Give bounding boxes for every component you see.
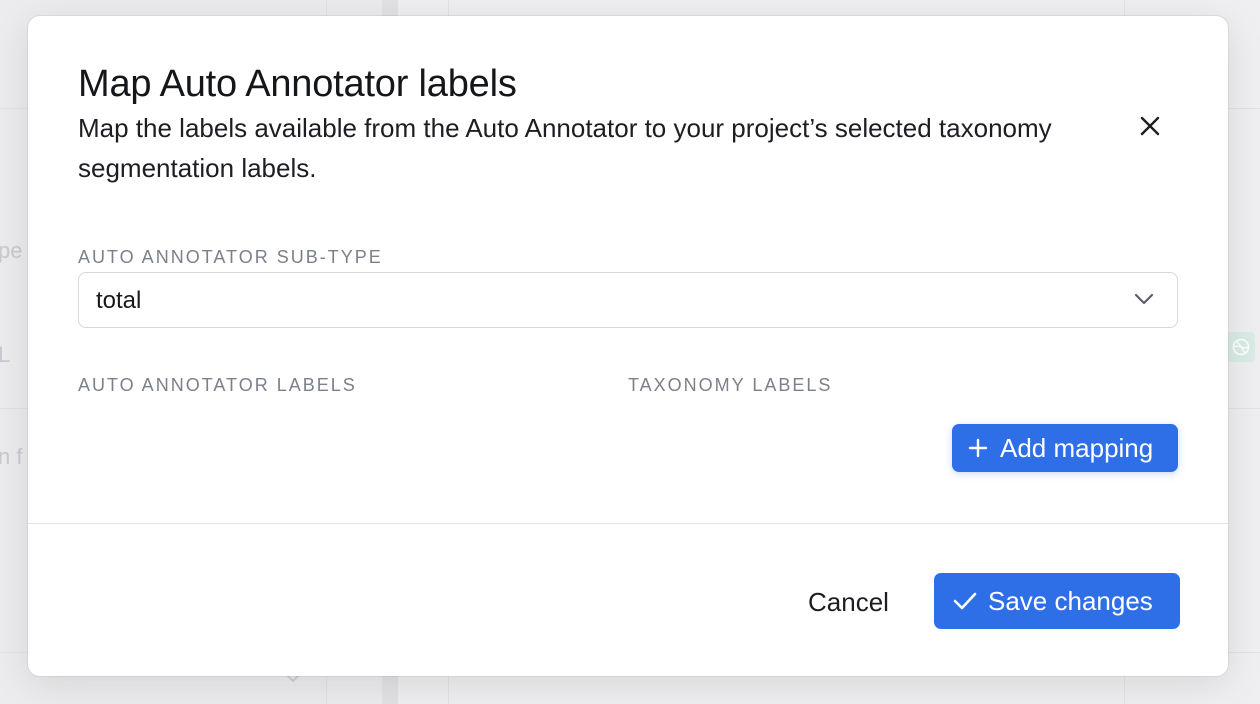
taxonomy-labels-header: TAXONOMY LABELS xyxy=(628,375,833,395)
background-chip xyxy=(1227,332,1255,362)
dialog-body: Map Auto Annotator labels Map the labels… xyxy=(28,16,1228,523)
subtype-label: AUTO ANNOTATOR SUB-TYPE xyxy=(78,247,383,267)
dialog-description: Map the labels available from the Auto A… xyxy=(78,113,1052,183)
close-icon xyxy=(1140,116,1160,136)
chevron-down-icon xyxy=(1134,293,1154,305)
map-labels-dialog: Map Auto Annotator labels Map the labels… xyxy=(28,16,1228,676)
close-button[interactable] xyxy=(1132,108,1168,144)
dialog-footer: Cancel Save changes xyxy=(28,523,1228,676)
add-mapping-label: Add mapping xyxy=(1000,432,1154,463)
globe-icon xyxy=(1232,338,1250,356)
dialog-title: Map Auto Annotator labels xyxy=(78,63,517,105)
add-mapping-button[interactable]: Add mapping xyxy=(952,424,1178,472)
subtype-select-value: total xyxy=(96,287,142,314)
check-icon xyxy=(953,592,977,610)
subtype-select[interactable]: total xyxy=(78,272,1178,328)
auto-annotator-labels-header: AUTO ANNOTATOR LABELS xyxy=(78,375,357,395)
background-text-fragment: L xyxy=(0,342,11,367)
save-changes-label: Save changes xyxy=(988,585,1153,616)
cancel-button[interactable]: Cancel xyxy=(798,574,899,630)
background-text-fragment: n f xyxy=(0,444,23,469)
save-changes-button[interactable]: Save changes xyxy=(934,573,1180,629)
background-text-fragment: pe xyxy=(0,238,23,263)
plus-icon xyxy=(968,438,988,458)
